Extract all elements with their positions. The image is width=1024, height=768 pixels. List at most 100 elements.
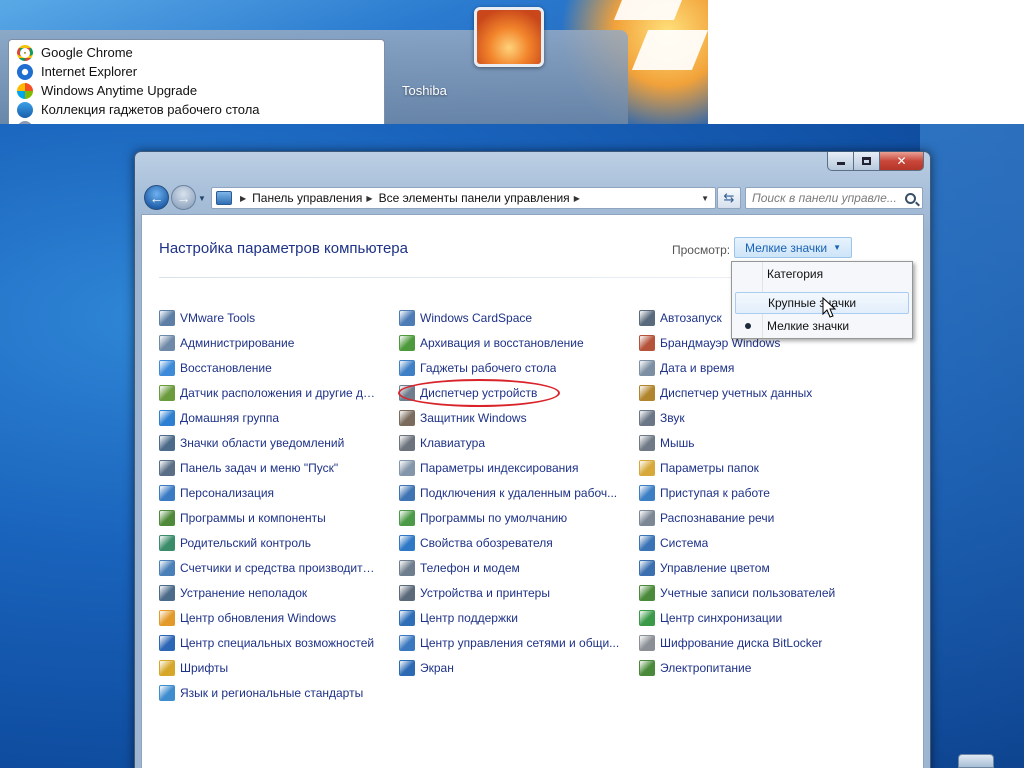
control-panel-item[interactable]: Приступая к работе: [639, 480, 879, 505]
search-box[interactable]: [745, 187, 923, 209]
minimize-button[interactable]: [827, 152, 854, 171]
control-panel-item[interactable]: Телефон и модем: [399, 555, 623, 580]
start-item-chrome[interactable]: Google Chrome: [9, 43, 384, 62]
control-panel-item[interactable]: Счетчики и средства производител...: [159, 555, 379, 580]
control-panel-item-label: Подключения к удаленным рабоч...: [420, 485, 618, 500]
taskbar-icon: [159, 459, 175, 476]
control-panel-item[interactable]: Язык и региональные стандарты: [159, 680, 379, 705]
breadcrumb-separator-icon[interactable]: ▶: [574, 194, 580, 203]
maximize-icon: [862, 157, 871, 165]
control-panel-item[interactable]: Устранение неполадок: [159, 580, 379, 605]
control-panel-item[interactable]: VMware Tools: [159, 305, 379, 330]
control-panel-item[interactable]: Мышь: [639, 430, 879, 455]
parental-controls-icon: [159, 534, 175, 551]
mouse-icon: [639, 434, 655, 451]
date-time-icon: [639, 359, 655, 376]
control-panel-item[interactable]: Управление цветом: [639, 555, 879, 580]
address-history-dropdown-icon[interactable]: ▼: [701, 194, 709, 203]
control-panel-item[interactable]: Значки области уведомлений: [159, 430, 379, 455]
back-button[interactable]: ←: [144, 185, 169, 210]
start-item-gadgets[interactable]: Коллекция гаджетов рабочего стола: [9, 100, 384, 119]
forward-button[interactable]: →: [171, 185, 196, 210]
control-panel-item[interactable]: Распознавание речи: [639, 505, 879, 530]
control-panel-item-label: Шифрование диска BitLocker: [660, 635, 823, 650]
control-panel-item-label: Электропитание: [660, 660, 752, 675]
control-panel-item[interactable]: Система: [639, 530, 879, 555]
control-panel-item-label: Параметры индексирования: [420, 460, 579, 475]
user-name[interactable]: Toshiba: [402, 83, 447, 98]
bitlocker-icon: [639, 634, 655, 651]
control-panel-item[interactable]: Параметры индексирования: [399, 455, 623, 480]
control-panel-item[interactable]: Шрифты: [159, 655, 379, 680]
devices-printers-icon: [399, 584, 415, 601]
control-panel-item[interactable]: Свойства обозревателя: [399, 530, 623, 555]
control-panel-item[interactable]: Подключения к удаленным рабоч...: [399, 480, 623, 505]
breadcrumb-control-panel[interactable]: Панель управления: [252, 191, 362, 205]
control-panel-item[interactable]: Домашняя группа: [159, 405, 379, 430]
start-item-internet-explorer[interactable]: Internet Explorer: [9, 62, 384, 81]
network-center-icon: [399, 634, 415, 651]
control-panel-item[interactable]: Архивация и восстановление: [399, 330, 623, 355]
recent-pages-dropdown[interactable]: ▼: [198, 194, 206, 203]
view-by-dropdown[interactable]: Мелкие значки ▼: [734, 237, 853, 258]
control-panel-item[interactable]: Электропитание: [639, 655, 879, 680]
control-panel-item-label: Архивация и восстановление: [420, 335, 584, 350]
control-panel-item[interactable]: Параметры папок: [639, 455, 879, 480]
control-panel-item-label: Параметры папок: [660, 460, 759, 475]
control-panel-item[interactable]: Учетные записи пользователей: [639, 580, 879, 605]
control-panel-item[interactable]: Диспетчер учетных данных: [639, 380, 879, 405]
search-icon[interactable]: [905, 192, 916, 204]
control-panel-item-label: Клавиатура: [420, 435, 485, 450]
breadcrumb-separator-icon[interactable]: ▶: [240, 194, 246, 203]
control-panel-item-label: Система: [660, 535, 709, 550]
arrow-right-icon: →: [176, 189, 191, 206]
user-picture[interactable]: [474, 7, 544, 67]
address-bar[interactable]: ▶ Панель управления ▶ Все элементы панел…: [211, 187, 716, 209]
control-panel-item[interactable]: Центр специальных возможностей: [159, 630, 379, 655]
close-button[interactable]: ✕: [880, 152, 924, 171]
control-panel-item[interactable]: Датчик расположения и другие дат...: [159, 380, 379, 405]
control-panel-item[interactable]: Клавиатура: [399, 430, 623, 455]
menu-item-category[interactable]: Категория: [735, 263, 909, 285]
control-panel-item[interactable]: Звук: [639, 405, 879, 430]
control-panel-item-label: Панель задач и меню "Пуск": [180, 460, 339, 475]
breadcrumb-separator-icon[interactable]: ▶: [366, 194, 372, 203]
breadcrumb-all-items[interactable]: Все элементы панели управления: [379, 191, 570, 205]
refresh-button[interactable]: ⇆: [717, 187, 741, 209]
menu-item-label: Крупные значки: [768, 296, 857, 310]
control-panel-item[interactable]: Центр поддержки: [399, 605, 623, 630]
control-panel-item[interactable]: Гаджеты рабочего стола: [399, 355, 623, 380]
control-panel-item-label: Гаджеты рабочего стола: [420, 360, 557, 375]
control-panel-item[interactable]: Дата и время: [639, 355, 879, 380]
notification-icons-icon: [159, 434, 175, 451]
control-panel-item-label: Устранение неполадок: [180, 585, 308, 600]
control-panel-item[interactable]: Центр управления сетями и общи...: [399, 630, 623, 655]
sound-icon: [639, 409, 655, 426]
control-panel-item[interactable]: Персонализация: [159, 480, 379, 505]
control-panel-item[interactable]: Шифрование диска BitLocker: [639, 630, 879, 655]
control-panel-item[interactable]: Восстановление: [159, 355, 379, 380]
control-panel-item[interactable]: Программы и компоненты: [159, 505, 379, 530]
maximize-button[interactable]: [854, 152, 880, 171]
control-panel-item[interactable]: Windows CardSpace: [399, 305, 623, 330]
control-panel-item[interactable]: Экран: [399, 655, 623, 680]
personalization-icon: [159, 484, 175, 501]
items-column-1: VMware Tools Администрирование Восстановле…: [159, 305, 379, 705]
control-panel-item-label: Распознавание речи: [660, 510, 775, 525]
control-panel-item[interactable]: Администрирование: [159, 330, 379, 355]
control-panel-item[interactable]: Центр обновления Windows: [159, 605, 379, 630]
control-panel-item-label: Родительский контроль: [180, 535, 311, 550]
control-panel-item[interactable]: Программы по умолчанию: [399, 505, 623, 530]
control-panel-item[interactable]: Устройства и принтеры: [399, 580, 623, 605]
control-panel-item[interactable]: Центр синхронизации: [639, 605, 879, 630]
performance-icon: [159, 559, 175, 576]
control-panel-item[interactable]: Родительский контроль: [159, 530, 379, 555]
getting-started-icon: [639, 484, 655, 501]
windows-defender-icon: [399, 409, 415, 426]
recycle-bin-icon[interactable]: [958, 754, 994, 768]
ease-of-access-icon: [159, 634, 175, 651]
control-panel-item[interactable]: Защитник Windows: [399, 405, 623, 430]
control-panel-item[interactable]: Панель задач и меню "Пуск": [159, 455, 379, 480]
search-input[interactable]: [752, 191, 902, 205]
start-item-windows-anytime-upgrade[interactable]: Windows Anytime Upgrade: [9, 81, 384, 100]
